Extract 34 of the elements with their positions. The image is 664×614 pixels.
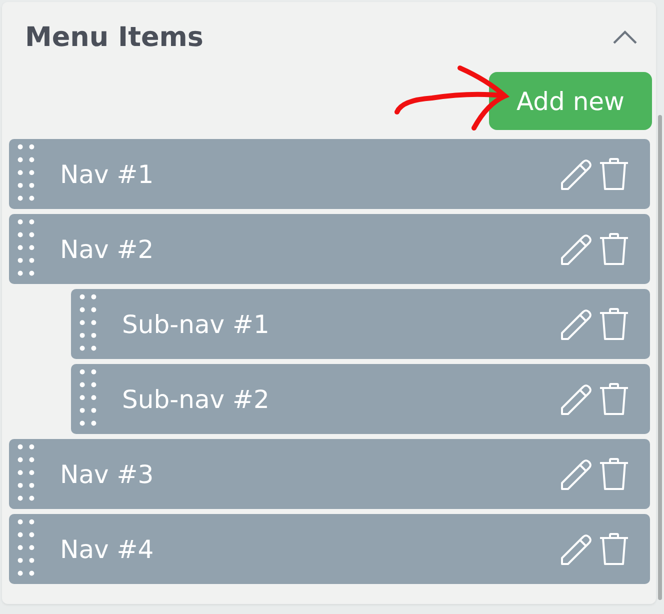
drag-handle-icon[interactable]	[17, 519, 35, 579]
menu-item-label: Nav #2	[60, 234, 155, 264]
trash-icon[interactable]	[598, 307, 630, 341]
edit-icon[interactable]	[559, 307, 593, 341]
edit-icon[interactable]	[559, 232, 593, 266]
edit-icon[interactable]	[559, 457, 593, 491]
collapse-chevron-icon[interactable]	[612, 29, 638, 45]
drag-handle-icon[interactable]	[17, 144, 35, 204]
menu-item-label: Nav #1	[60, 160, 155, 188]
panel-title: Menu Items	[25, 22, 204, 52]
trash-icon[interactable]	[598, 457, 630, 491]
drag-handle-icon[interactable]	[79, 294, 97, 354]
menu-item-label: Nav #4	[60, 534, 155, 564]
drag-handle-icon[interactable]	[17, 444, 35, 504]
trash-icon[interactable]	[598, 232, 630, 266]
trash-icon[interactable]	[598, 157, 630, 191]
edit-icon[interactable]	[559, 532, 593, 566]
menu-item-row[interactable]: Nav #2	[9, 214, 650, 284]
menu-item-label: Nav #3	[60, 460, 155, 488]
edit-icon[interactable]	[559, 382, 593, 416]
menu-item-row[interactable]: Nav #3	[9, 439, 650, 509]
scrollbar[interactable]	[658, 115, 662, 600]
menu-item-row[interactable]: Sub-nav #2	[71, 364, 650, 434]
menu-item-label: Sub-nav #2	[122, 384, 270, 414]
drag-handle-icon[interactable]	[17, 219, 35, 279]
edit-icon[interactable]	[559, 157, 593, 191]
add-new-button[interactable]: Add new	[489, 72, 652, 130]
menu-item-row[interactable]: Nav #4	[9, 514, 650, 584]
drag-handle-icon[interactable]	[79, 369, 97, 429]
menu-item-label: Sub-nav #1	[122, 310, 270, 338]
menu-item-row[interactable]: Sub-nav #1	[71, 289, 650, 359]
trash-icon[interactable]	[598, 532, 630, 566]
menu-item-row[interactable]: Nav #1	[9, 139, 650, 209]
trash-icon[interactable]	[598, 382, 630, 416]
